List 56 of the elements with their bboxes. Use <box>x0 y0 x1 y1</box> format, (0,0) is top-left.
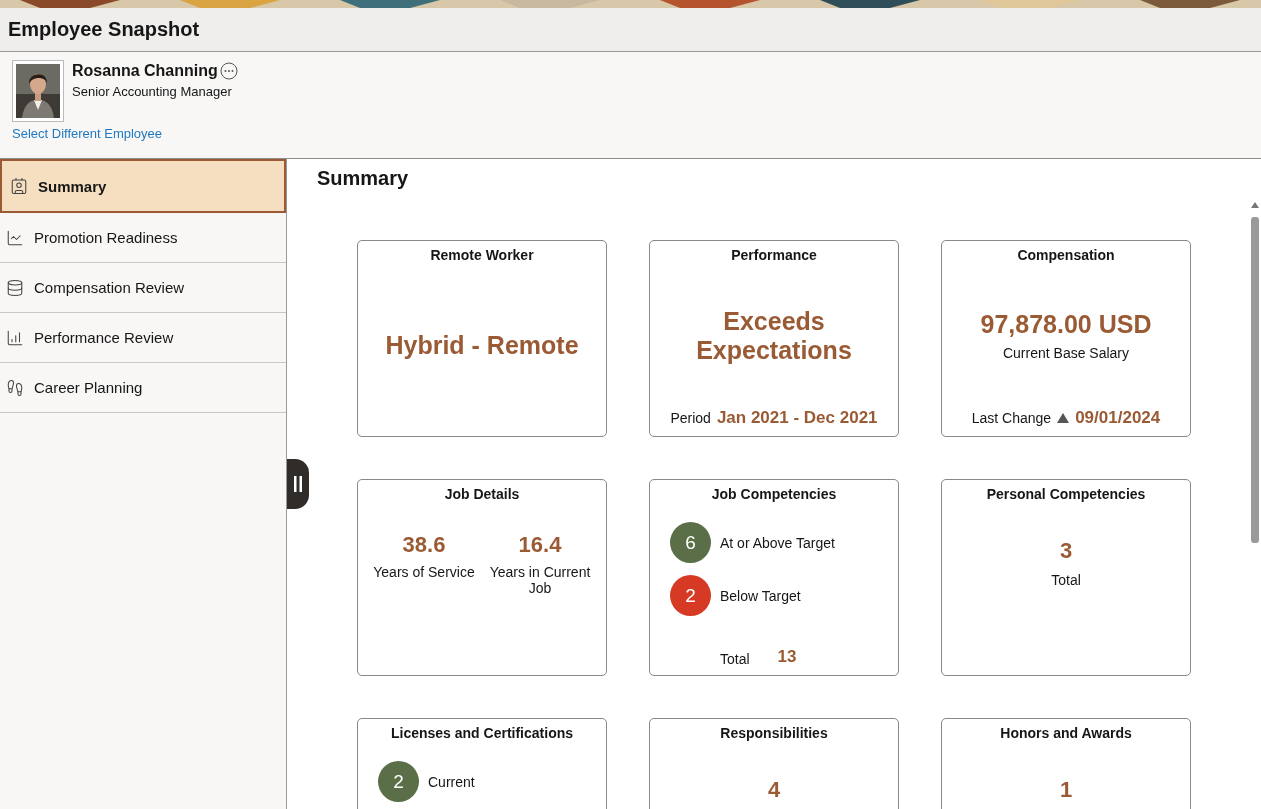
stat-value: 38.6 <box>402 532 446 558</box>
tile-title: Personal Competencies <box>986 486 1146 502</box>
badge-label: Current <box>428 773 475 790</box>
tile-value: Hybrid - Remote <box>385 331 579 360</box>
tile-title: Job Details <box>444 486 520 502</box>
tile-title: Compensation <box>1017 247 1115 263</box>
summary-tile[interactable]: Compensation 97,878.00 USD Current Base Salary Last Change 09/01/2024 <box>941 240 1191 437</box>
total-label: Total <box>720 651 750 667</box>
tile-value: 1 <box>1059 777 1073 803</box>
count-badge: 2 <box>378 761 419 802</box>
tile-title: Honors and Awards <box>1000 725 1132 741</box>
count-badge: 2 <box>670 575 711 616</box>
tile-title: Performance <box>731 247 817 263</box>
tile-title: Responsibilities <box>720 725 828 741</box>
tile-caption: Total <box>1051 572 1081 588</box>
tile-title: Remote Worker <box>430 247 534 263</box>
footer-value: Jan 2021 - Dec 2021 <box>716 408 878 428</box>
summary-tile[interactable]: Responsibilities 4 <box>649 718 899 809</box>
more-options-button[interactable] <box>219 62 238 80</box>
badge-label: At or Above Target <box>720 534 835 551</box>
page-title: Employee Snapshot <box>8 18 200 41</box>
footer-label: Last Change <box>971 410 1052 426</box>
summary-tile[interactable]: Honors and Awards 1 <box>941 718 1191 809</box>
stat-value: 16.4 <box>518 532 562 558</box>
footer-label: Period <box>670 410 711 426</box>
tile-title: Licenses and Certifications <box>390 725 574 741</box>
stat-label: Years in Current Job <box>488 564 592 596</box>
total-value: 13 <box>777 647 797 667</box>
nav-icon <box>6 278 24 297</box>
summary-tile[interactable]: Personal Competencies 3 Total <box>941 479 1191 676</box>
tile-title: Job Competencies <box>711 486 837 502</box>
tile-value: 97,878.00 USD <box>980 310 1152 339</box>
tile-caption: Current Base Salary <box>1002 345 1130 361</box>
count-badge: 6 <box>670 522 711 563</box>
summary-tile[interactable]: Job Details 38.6 Years of Service 16.4 Years in Current Job <box>357 479 607 676</box>
stat-label: Years of Service <box>373 564 475 580</box>
collapse-handle[interactable] <box>287 459 309 509</box>
section-heading: Summary <box>317 167 410 190</box>
employee-job-title: Senior Accounting Manager <box>72 84 233 99</box>
summary-tile[interactable]: Performance Exceeds Expectations Period Jan 2021 - Dec 2021 <box>649 240 899 437</box>
summary-tile[interactable]: Licenses and Certifications 2 Current <box>357 718 607 809</box>
footer-value: 09/01/2024 <box>1075 408 1161 428</box>
nav-icon <box>6 228 24 247</box>
nav-icon <box>6 328 24 347</box>
tile-value: 3 <box>1059 538 1073 564</box>
summary-tile[interactable]: Job Competencies 6 At or Above Target 2 Below Target Total 13 <box>649 479 899 676</box>
tile-value: Exceeds Expectations <box>695 306 853 365</box>
select-employee-link[interactable]: Select Different Employee <box>12 126 163 141</box>
nav-icon <box>10 177 28 195</box>
nav-icon <box>6 378 24 397</box>
employee-name: Rosanna Channing <box>72 62 218 80</box>
badge-label: Below Target <box>720 587 801 604</box>
summary-tile[interactable]: Remote Worker Hybrid - Remote <box>357 240 607 437</box>
sidebar-item[interactable]: Summary <box>0 159 286 213</box>
triangle-up-icon <box>1057 413 1070 423</box>
tile-value: 4 <box>767 777 781 803</box>
